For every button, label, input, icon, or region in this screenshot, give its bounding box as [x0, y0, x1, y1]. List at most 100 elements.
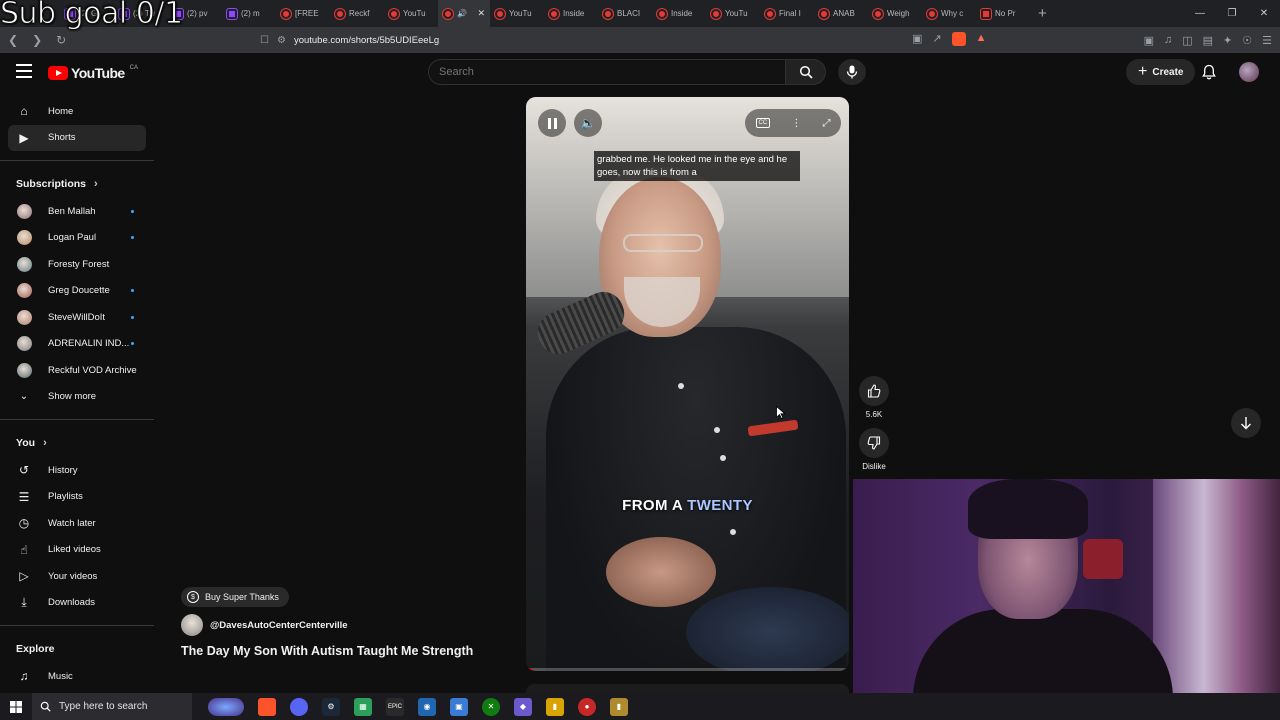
new-content-dot [131, 289, 134, 293]
channel-avatar [16, 256, 32, 272]
sidebar-item-logan-paul[interactable]: Logan Paul [8, 225, 146, 252]
voice-search-button[interactable] [838, 59, 866, 85]
next-short-button[interactable] [1231, 408, 1261, 438]
sidebar-item-reckful-vod-archive[interactable]: Reckful VOD Archive [8, 357, 146, 384]
sidebar-item-adrenalin-ind[interactable]: ADRENALIN IND... [8, 331, 146, 358]
sidebar-item-home[interactable]: ⌂ Home [8, 98, 146, 125]
channel-link[interactable]: @DavesAutoCenterCenterville [181, 614, 348, 636]
taskbar-search[interactable]: Type here to search [32, 693, 192, 720]
menu-icon[interactable]: ☰ [1262, 34, 1272, 47]
browser-tab[interactable]: Inside [544, 0, 598, 27]
address-bar[interactable]: ☐ ⚙ youtube.com/shorts/5b5UDIEeeLg [260, 30, 900, 50]
close-tab-icon[interactable]: ✕ [477, 8, 485, 19]
xbox-icon[interactable]: ✕ [482, 697, 500, 716]
dislike-button[interactable] [859, 428, 889, 458]
cast-icon[interactable]: ▣ [912, 32, 922, 46]
sidebar-item-ben-mallah[interactable]: Ben Mallah [8, 198, 146, 225]
brave-shield-icon[interactable] [951, 32, 966, 46]
browser-tab[interactable]: Inside [652, 0, 706, 27]
sidebar-item-shorts[interactable]: ▶ Shorts [8, 124, 146, 151]
youtube-logo[interactable]: YouTube CA [48, 65, 138, 81]
brave-browser-icon[interactable] [258, 697, 276, 716]
discord-icon[interactable] [290, 697, 308, 716]
speaker-icon[interactable]: 🔊 [457, 9, 467, 18]
sidebar-item-history[interactable]: ↺ History [8, 457, 146, 484]
steam-icon[interactable]: ⚙ [322, 697, 340, 716]
epic-games-icon[interactable]: EPIC [386, 697, 404, 716]
restore-button[interactable]: ❐ [1216, 8, 1248, 19]
like-button[interactable] [859, 376, 889, 406]
channel-avatar[interactable] [181, 614, 203, 636]
minimize-button[interactable]: — [1184, 8, 1216, 19]
close-window-button[interactable]: ✕ [1248, 8, 1280, 19]
youtube-play-icon [48, 66, 68, 80]
browser-tab[interactable]: BLACI [598, 0, 652, 27]
vpn-app-icon[interactable]: ◆ [514, 697, 532, 716]
windows-start-button[interactable] [0, 700, 32, 713]
channel-avatar [16, 230, 32, 246]
browser-tab[interactable]: YouTu [706, 0, 760, 27]
app-icon[interactable]: ▮ [546, 697, 564, 716]
media-icon[interactable]: ♫ [1164, 34, 1172, 47]
browser-tab[interactable]: YouTu [384, 0, 438, 27]
sidebar-item-downloads[interactable]: ⤓ Downloads [8, 590, 146, 617]
you-heading[interactable]: You › [0, 429, 154, 457]
notifications-button[interactable] [1202, 64, 1216, 85]
super-thanks-button[interactable]: $ Buy Super Thanks [181, 587, 289, 607]
browser-tab[interactable]: Weigh [868, 0, 922, 27]
vpn-icon[interactable]: ☉ [1242, 34, 1252, 47]
search-input[interactable] [428, 59, 786, 85]
subscriptions-heading[interactable]: Subscriptions › [0, 170, 154, 198]
sidebar-item-music[interactable]: ♫ Music [8, 663, 146, 690]
volume-button[interactable]: 🔈 [574, 109, 602, 137]
tab-active[interactable]: 🔊 ✕ [438, 0, 490, 27]
sidebar-item-liked-videos[interactable]: ☝ Liked videos [8, 537, 146, 564]
store-icon[interactable]: ▣ [450, 697, 468, 716]
sidebar-item-your-videos[interactable]: ▷ Your videos [8, 563, 146, 590]
wallet-icon[interactable]: ▤ [1203, 34, 1213, 47]
site-info-icon[interactable]: ⚙ [277, 35, 286, 46]
spreadsheet-icon[interactable]: ▦ [354, 697, 372, 716]
folder-icon[interactable]: ▮ [610, 697, 628, 716]
bookmark-icon[interactable]: ☐ [260, 35, 269, 46]
url-text[interactable]: youtube.com/shorts/5b5UDIEeeLg [294, 35, 439, 46]
browser-tab[interactable]: Final I [760, 0, 814, 27]
new-tab-button[interactable]: + [1038, 5, 1047, 22]
browser-tab[interactable]: YouTu [490, 0, 544, 27]
ai-icon[interactable]: ✦ [1223, 34, 1232, 47]
sidebar-item-foresty-forest[interactable]: Foresty Forest [8, 251, 146, 278]
sidebar-item-stevewilldoit[interactable]: SteveWillDoIt [8, 304, 146, 331]
sidebar-item-watch-later[interactable]: ◷ Watch later [8, 510, 146, 537]
guide-menu-icon[interactable] [16, 64, 32, 82]
back-icon[interactable]: ❮ [8, 33, 18, 47]
forward-icon[interactable]: ❯ [32, 33, 42, 47]
browser-tab[interactable]: No Pr [976, 0, 1030, 27]
more-options-icon[interactable]: ⋮ [791, 118, 801, 129]
browser-tab[interactable]: Reckf [330, 0, 384, 27]
browser-tab[interactable]: Why c [922, 0, 976, 27]
sidebar-toggle-icon[interactable]: ◫ [1182, 34, 1192, 47]
rewards-icon[interactable]: ▲ [976, 32, 987, 46]
search-button[interactable] [786, 59, 826, 85]
closed-caption: grabbed me. He looked me in the eye and … [594, 151, 800, 181]
sidebar-item-playlists[interactable]: ☰ Playlists [8, 484, 146, 511]
recording-app-icon[interactable]: ● [578, 697, 596, 716]
browser-tab[interactable]: [FREE [276, 0, 330, 27]
widget-icon[interactable] [208, 697, 244, 716]
screenshot-icon[interactable]: ▣ [1144, 34, 1154, 47]
show-more-button[interactable]: ⌄ Show more [8, 384, 146, 411]
pause-button[interactable] [538, 109, 566, 137]
battlenet-icon[interactable]: ◉ [418, 697, 436, 716]
shirt-button [678, 383, 684, 389]
account-avatar[interactable] [1239, 62, 1259, 82]
browser-tab[interactable]: (2) m [222, 0, 276, 27]
sidebar-item-greg-doucette[interactable]: Greg Doucette [8, 278, 146, 305]
browser-tab[interactable]: ANAB [814, 0, 868, 27]
create-button[interactable]: + Create [1126, 59, 1196, 85]
short-video-player[interactable]: 🔈 CC ⋮ ⤢ grabbed me. He looked me in the… [526, 97, 849, 671]
captions-button[interactable]: CC [755, 118, 771, 128]
reload-icon[interactable]: ↻ [56, 33, 66, 47]
share-icon[interactable]: ↗ [932, 32, 941, 46]
video-progress-bar[interactable] [526, 668, 849, 671]
fullscreen-icon[interactable]: ⤢ [822, 118, 830, 129]
